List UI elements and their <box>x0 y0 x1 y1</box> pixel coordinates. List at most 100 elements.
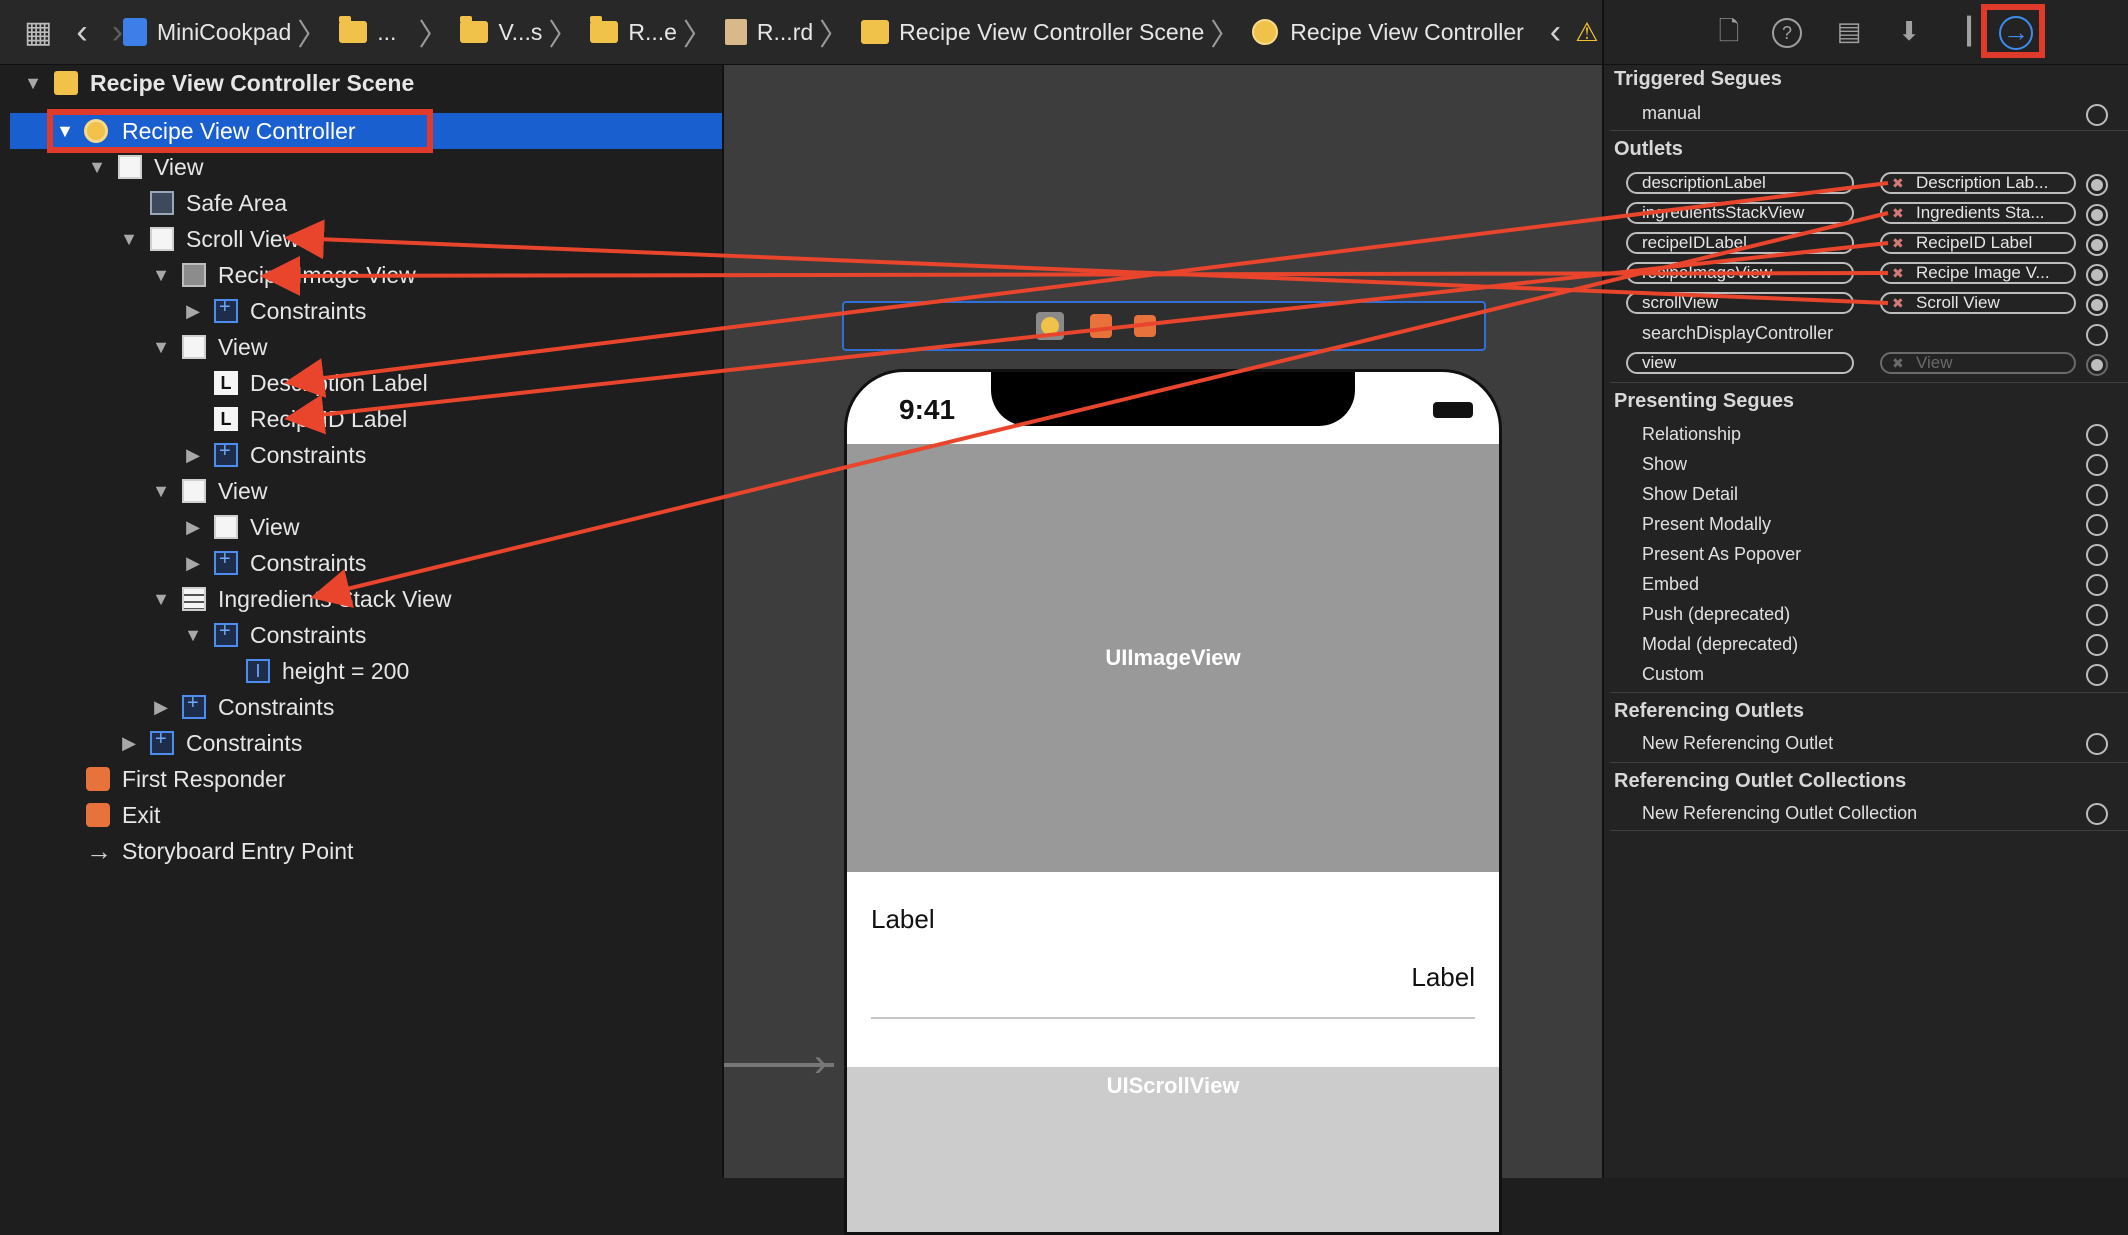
outline-row-first-responder[interactable]: First Responder <box>0 761 722 797</box>
outline-row-constraints[interactable]: ▶ Constraints <box>0 545 722 581</box>
breadcrumb-folder-1[interactable]: ... 〉 <box>339 10 460 54</box>
scroll-view[interactable]: UIScrollView <box>847 1067 1499 1232</box>
outline-row-description-label[interactable]: L Description Label <box>0 365 722 401</box>
disclosure-triangle-icon[interactable]: ▼ <box>22 73 44 94</box>
file-inspector-icon[interactable]: 🗋 <box>1712 14 1746 48</box>
exit-icon[interactable] <box>1134 315 1156 337</box>
breadcrumb-view-controller[interactable]: Recipe View Controller <box>1252 19 1524 46</box>
connection-circle-icon[interactable] <box>2086 733 2108 755</box>
outline-row-view[interactable]: ▼ View <box>0 473 722 509</box>
breadcrumb-scene[interactable]: Recipe View Controller Scene 〉 <box>861 10 1252 54</box>
forward-arrow-icon[interactable]: › <box>112 13 123 52</box>
attributes-inspector-icon[interactable]: ⬇ <box>1892 14 1926 48</box>
outlet-ingredients-stack-view[interactable]: ingredientsStackView <box>1626 202 1854 224</box>
previous-issue-arrow-icon[interactable]: ‹ <box>1550 13 1561 52</box>
disconnect-icon[interactable]: ✖ <box>1892 354 1904 372</box>
outlet-target-ingredients-stack-view[interactable]: ✖ Ingredients Sta... <box>1880 202 2076 224</box>
connection-circle-icon[interactable] <box>2086 294 2108 316</box>
identity-inspector-icon[interactable]: ▤ <box>1832 14 1866 48</box>
outline-row-recipeid-label[interactable]: L RecipeID Label <box>0 401 722 437</box>
connection-circle-icon[interactable] <box>2086 264 2108 286</box>
warning-icon[interactable]: ⚠ <box>1575 17 1598 48</box>
disclosure-triangle-icon[interactable]: ▼ <box>150 481 172 502</box>
outlet-recipeid-label[interactable]: recipeIDLabel <box>1626 232 1854 254</box>
breadcrumb-folder-3[interactable]: R...e 〉 <box>590 10 725 54</box>
disconnect-icon[interactable]: ✖ <box>1892 234 1904 252</box>
outline-row-view[interactable]: ▶ View <box>0 509 722 545</box>
connection-circle-icon[interactable] <box>2086 634 2108 656</box>
outline-row-view[interactable]: ▼ View <box>0 149 722 185</box>
outlet-description-label[interactable]: descriptionLabel <box>1626 172 1854 194</box>
disclosure-triangle-closed-icon[interactable]: ▶ <box>182 445 204 466</box>
storyboard-canvas[interactable]: › 9:41 UIImageView Label Label UIScrollV… <box>724 65 1602 1235</box>
disclosure-triangle-icon[interactable]: ▼ <box>150 337 172 358</box>
disclosure-triangle-icon[interactable]: ▼ <box>150 265 172 286</box>
disclosure-triangle-closed-icon[interactable]: ▶ <box>182 301 204 322</box>
disclosure-triangle-closed-icon[interactable]: ▶ <box>182 553 204 574</box>
outlet-target-description-label[interactable]: ✖ Description Lab... <box>1880 172 2076 194</box>
outline-row-height-constraint[interactable]: I height = 200 <box>0 653 722 689</box>
scene-dock <box>842 301 1486 351</box>
outline-row-recipe-image-view[interactable]: ▼ Recipe Image View <box>0 257 722 293</box>
description-label[interactable]: Label <box>871 904 935 935</box>
connection-circle-icon[interactable] <box>2086 514 2108 536</box>
outlet-recipe-image-view[interactable]: recipeImageView <box>1626 262 1854 284</box>
outlet-scroll-view[interactable]: scrollView <box>1626 292 1854 314</box>
outlet-target-view[interactable]: ✖ View <box>1880 352 2076 374</box>
view-controller-icon[interactable] <box>1036 312 1064 340</box>
connection-circle-icon[interactable] <box>2086 424 2108 446</box>
disclosure-triangle-closed-icon[interactable]: ▶ <box>150 697 172 718</box>
outlet-target-scroll-view[interactable]: ✖ Scroll View <box>1880 292 2076 314</box>
outline-row-constraints[interactable]: ▶ Constraints <box>0 437 722 473</box>
connection-circle-icon[interactable] <box>2086 484 2108 506</box>
recipeid-label[interactable]: Label <box>1411 962 1475 993</box>
outlet-target-recipe-image-view[interactable]: ✖ Recipe Image V... <box>1880 262 2076 284</box>
connection-circle-icon[interactable] <box>2086 234 2108 256</box>
breadcrumb-storyboard[interactable]: R...rd 〉 <box>724 10 861 54</box>
back-arrow-icon[interactable]: ‹ <box>76 13 87 52</box>
connection-circle-icon[interactable] <box>2086 664 2108 686</box>
connection-circle-icon[interactable] <box>2086 104 2108 126</box>
outline-row-constraints[interactable]: ▶ Constraints <box>0 689 722 725</box>
disclosure-triangle-closed-icon[interactable]: ▶ <box>118 733 140 754</box>
disclosure-triangle-icon[interactable]: ▼ <box>118 229 140 250</box>
storyboard-icon <box>724 19 747 45</box>
connection-circle-icon[interactable] <box>2086 454 2108 476</box>
outline-row-constraints[interactable]: ▶ Constraints <box>0 725 722 761</box>
connection-circle-icon[interactable] <box>2086 574 2108 596</box>
disclosure-triangle-icon[interactable]: ▼ <box>182 625 204 646</box>
disclosure-triangle-icon[interactable]: ▼ <box>86 157 108 178</box>
breadcrumb-project[interactable]: MiniCookpad 〉 <box>123 10 339 54</box>
image-view[interactable]: UIImageView <box>847 444 1499 872</box>
outline-row-view[interactable]: ▼ View <box>0 329 722 365</box>
connection-circle-icon[interactable] <box>2086 174 2108 196</box>
quick-help-icon[interactable]: ? <box>1772 18 1802 48</box>
outline-row-constraints[interactable]: ▼ Constraints <box>0 617 722 653</box>
disconnect-icon[interactable]: ✖ <box>1892 264 1904 282</box>
outline-row-safe-area[interactable]: Safe Area <box>0 185 722 221</box>
connection-circle-icon[interactable] <box>2086 544 2108 566</box>
connection-circle-icon[interactable] <box>2086 354 2108 376</box>
outlet-target-recipeid-label[interactable]: ✖ RecipeID Label <box>1880 232 2076 254</box>
disconnect-icon[interactable]: ✖ <box>1892 174 1904 192</box>
breadcrumb-folder-2[interactable]: V...s 〉 <box>460 10 590 54</box>
disclosure-triangle-closed-icon[interactable]: ▶ <box>182 517 204 538</box>
related-items-grid-icon[interactable]: ▦ <box>24 15 52 50</box>
outline-row-exit[interactable]: Exit <box>0 797 722 833</box>
outline-row-constraints[interactable]: ▶ Constraints <box>0 293 722 329</box>
connection-circle-icon[interactable] <box>2086 604 2108 626</box>
iphone-frame[interactable]: 9:41 UIImageView Label Label UIScrollVie… <box>844 369 1502 1235</box>
connection-circle-icon[interactable] <box>2086 324 2108 346</box>
outline-row-scroll-view[interactable]: ▼ Scroll View <box>0 221 722 257</box>
connection-circle-icon[interactable] <box>2086 803 2108 825</box>
arrow-right-icon: › <box>814 1041 828 1085</box>
disclosure-triangle-icon[interactable]: ▼ <box>150 589 172 610</box>
disconnect-icon[interactable]: ✖ <box>1892 204 1904 222</box>
outlet-view[interactable]: view <box>1626 352 1854 374</box>
outline-scene-row[interactable]: ▼ Recipe View Controller Scene <box>0 65 722 101</box>
outline-row-storyboard-entry-point[interactable]: → Storyboard Entry Point <box>0 833 722 869</box>
disconnect-icon[interactable]: ✖ <box>1892 294 1904 312</box>
first-responder-icon[interactable] <box>1090 314 1112 338</box>
connection-circle-icon[interactable] <box>2086 204 2108 226</box>
outline-row-ingredients-stack-view[interactable]: ▼ Ingredients Stack View <box>0 581 722 617</box>
